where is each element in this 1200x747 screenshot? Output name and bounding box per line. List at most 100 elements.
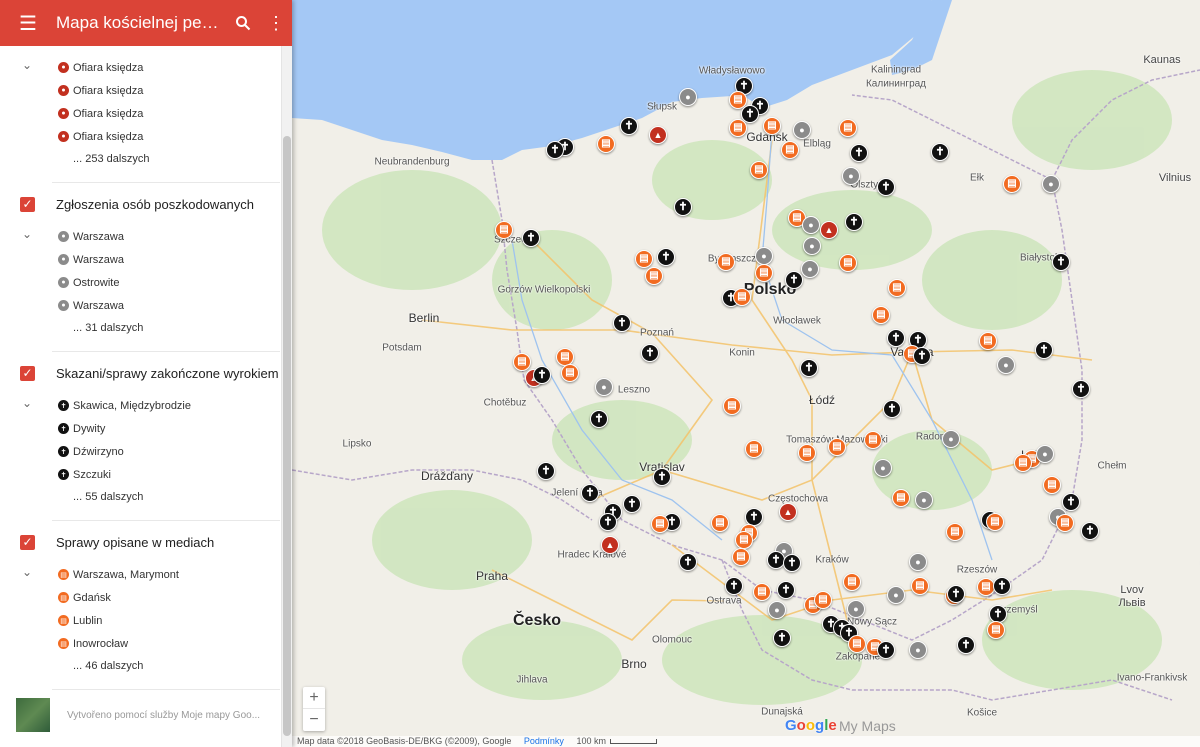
layer-checkbox[interactable]: ✓ (20, 534, 35, 550)
book-map-marker[interactable]: ▤ (732, 548, 750, 566)
layer-item[interactable]: ▤ Inowrocław (0, 632, 280, 655)
layer-item[interactable]: ● Ofiara księdza (0, 125, 280, 148)
person-map-marker[interactable]: ● (801, 260, 819, 278)
person-map-marker[interactable]: ● (768, 601, 786, 619)
layer-item[interactable]: ● Ofiara księdza (0, 79, 280, 102)
cross-map-marker[interactable]: ✝ (877, 641, 895, 659)
person-map-marker[interactable]: ● (997, 356, 1015, 374)
book-map-marker[interactable]: ▤ (750, 161, 768, 179)
chevron-down-icon[interactable]: ⌄ (20, 227, 34, 241)
search-icon[interactable] (226, 0, 260, 46)
layer-header[interactable]: ✓ Sprawy opisane w mediach (0, 521, 280, 563)
person-map-marker[interactable]: ● (679, 88, 697, 106)
book-map-marker[interactable]: ▤ (986, 513, 1004, 531)
layer-item[interactable]: ⌄ ● Ofiara księdza (0, 56, 280, 79)
layer-checkbox[interactable]: ✓ (20, 365, 35, 381)
cross-map-marker[interactable]: ✝ (653, 468, 671, 486)
cross-map-marker[interactable]: ✝ (777, 581, 795, 599)
person-map-marker[interactable]: ● (803, 237, 821, 255)
cross-map-marker[interactable]: ✝ (785, 271, 803, 289)
cross-map-marker[interactable]: ✝ (947, 585, 965, 603)
cross-map-marker[interactable]: ✝ (957, 636, 975, 654)
cross-map-marker[interactable]: ✝ (877, 178, 895, 196)
cross-map-marker[interactable]: ✝ (674, 198, 692, 216)
cross-map-marker[interactable]: ✝ (725, 577, 743, 595)
book-map-marker[interactable]: ▤ (843, 573, 861, 591)
cross-map-marker[interactable]: ✝ (613, 314, 631, 332)
layer-item[interactable]: ● Ostrowite (0, 271, 280, 294)
person-map-marker[interactable]: ● (595, 378, 613, 396)
cross-map-marker[interactable]: ✝ (679, 553, 697, 571)
zoom-in-button[interactable]: + (303, 687, 325, 709)
person-map-marker[interactable]: ● (942, 430, 960, 448)
person-map-marker[interactable]: ● (842, 167, 860, 185)
drop-map-marker[interactable]: ▲ (649, 126, 667, 144)
book-map-marker[interactable]: ▤ (651, 515, 669, 533)
cross-map-marker[interactable]: ✝ (546, 141, 564, 159)
cross-map-marker[interactable]: ✝ (1081, 522, 1099, 540)
cross-map-marker[interactable]: ✝ (1035, 341, 1053, 359)
more-items-link[interactable]: ... 55 dalszych (0, 486, 280, 509)
book-map-marker[interactable]: ▤ (979, 332, 997, 350)
layer-item[interactable]: ● Warszawa (0, 248, 280, 271)
cross-map-marker[interactable]: ✝ (800, 359, 818, 377)
book-map-marker[interactable]: ▤ (755, 264, 773, 282)
cross-map-marker[interactable]: ✝ (845, 213, 863, 231)
cross-map-marker[interactable]: ✝ (581, 484, 599, 502)
zoom-out-button[interactable]: − (303, 709, 325, 731)
chevron-down-icon[interactable]: ⌄ (20, 396, 34, 410)
book-map-marker[interactable]: ▤ (814, 591, 832, 609)
layer-checkbox[interactable]: ✓ (20, 196, 35, 212)
book-map-marker[interactable]: ▤ (635, 250, 653, 268)
layer-item[interactable]: ⌄ ✝ Skawica, Międzybrodzie (0, 394, 280, 417)
layer-item[interactable]: ✝ Dywity (0, 417, 280, 440)
book-map-marker[interactable]: ▤ (892, 489, 910, 507)
book-map-marker[interactable]: ▤ (597, 135, 615, 153)
chevron-down-icon[interactable]: ⌄ (20, 58, 34, 72)
cross-map-marker[interactable]: ✝ (1052, 253, 1070, 271)
book-map-marker[interactable]: ▤ (763, 117, 781, 135)
cross-map-marker[interactable]: ✝ (657, 248, 675, 266)
layer-item[interactable]: ▤ Lublin (0, 609, 280, 632)
cross-map-marker[interactable]: ✝ (887, 329, 905, 347)
cross-map-marker[interactable]: ✝ (783, 554, 801, 572)
cross-map-marker[interactable]: ✝ (850, 144, 868, 162)
book-map-marker[interactable]: ▤ (888, 279, 906, 297)
map-thumbnail[interactable] (16, 698, 50, 732)
book-map-marker[interactable]: ▤ (839, 119, 857, 137)
book-map-marker[interactable]: ▤ (1056, 514, 1074, 532)
book-map-marker[interactable]: ▤ (1043, 476, 1061, 494)
drop-map-marker[interactable]: ▲ (601, 536, 619, 554)
book-map-marker[interactable]: ▤ (1014, 454, 1032, 472)
book-map-marker[interactable]: ▤ (828, 438, 846, 456)
book-map-marker[interactable]: ▤ (717, 253, 735, 271)
book-map-marker[interactable]: ▤ (1003, 175, 1021, 193)
cross-map-marker[interactable]: ✝ (993, 577, 1011, 595)
map-canvas[interactable]: Kaunas Kaliningrad Калининград Vilnius Włady… (292, 0, 1200, 747)
layer-item[interactable]: ✝ Szczuki (0, 463, 280, 486)
menu-icon[interactable]: ☰ (0, 0, 56, 46)
book-map-marker[interactable]: ▤ (711, 514, 729, 532)
layer-header[interactable]: ✓ Skazani/sprawy zakończone wyrokiem (0, 352, 280, 394)
person-map-marker[interactable]: ● (1036, 445, 1054, 463)
book-map-marker[interactable]: ▤ (798, 444, 816, 462)
book-map-marker[interactable]: ▤ (733, 288, 751, 306)
book-map-marker[interactable]: ▤ (987, 621, 1005, 639)
book-map-marker[interactable]: ▤ (735, 531, 753, 549)
person-map-marker[interactable]: ● (909, 553, 927, 571)
book-map-marker[interactable]: ▤ (946, 523, 964, 541)
book-map-marker[interactable]: ▤ (864, 431, 882, 449)
cross-map-marker[interactable]: ✝ (522, 229, 540, 247)
cross-map-marker[interactable]: ✝ (883, 400, 901, 418)
book-map-marker[interactable]: ▤ (839, 254, 857, 272)
book-map-marker[interactable]: ▤ (872, 306, 890, 324)
book-map-marker[interactable]: ▤ (745, 440, 763, 458)
person-map-marker[interactable]: ● (874, 459, 892, 477)
book-map-marker[interactable]: ▤ (645, 267, 663, 285)
cross-map-marker[interactable]: ✝ (537, 462, 555, 480)
book-map-marker[interactable]: ▤ (729, 119, 747, 137)
person-map-marker[interactable]: ● (915, 491, 933, 509)
person-map-marker[interactable]: ● (755, 247, 773, 265)
person-map-marker[interactable]: ● (793, 121, 811, 139)
scrollbar-thumb[interactable] (283, 136, 291, 736)
